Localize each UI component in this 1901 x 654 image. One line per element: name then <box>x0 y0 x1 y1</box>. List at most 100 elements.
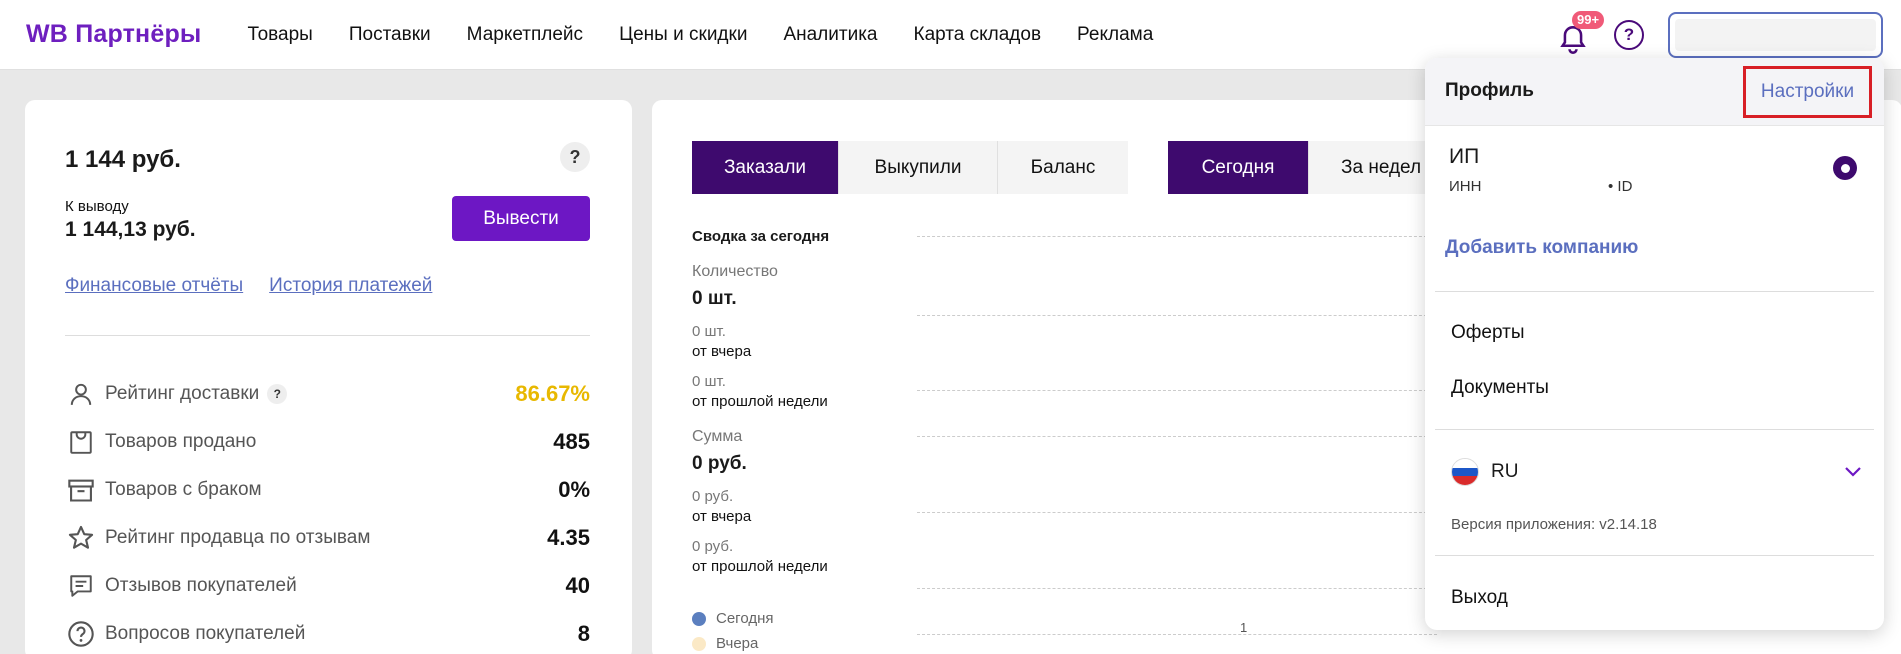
box-icon <box>65 474 97 506</box>
legend-dot <box>692 611 706 626</box>
profile-title: Профиль <box>1445 80 1534 101</box>
profile-dropdown: Профиль Настройки ИП ИНН • ID Добавить к… <box>1425 58 1884 630</box>
nav-item-products[interactable]: Товары <box>247 24 312 46</box>
balance-card: 1 144 руб. ? К выводу 1 144,13 руб. Выве… <box>25 100 632 654</box>
axis-tick: 1 <box>1240 620 1248 635</box>
nav-item-marketplace[interactable]: Маркетплейс <box>467 24 583 46</box>
legend-label: Вчера <box>716 635 759 652</box>
company-id: • ID <box>1608 178 1633 195</box>
notifications-badge: 99+ <box>1572 11 1605 29</box>
qty-week-label: от прошлой недели <box>692 393 828 410</box>
stat-row: Рейтинг доставки? 86.67% <box>65 370 590 418</box>
nav-item-supplies[interactable]: Поставки <box>349 24 431 46</box>
stat-row: Товаров с браком 0% <box>65 466 590 514</box>
stat-value: 0% <box>558 477 590 502</box>
sum-week-value: 0 руб. <box>692 538 734 555</box>
chart-gridline <box>917 512 1437 513</box>
question-icon <box>65 618 97 650</box>
stat-value: 40 <box>565 573 590 598</box>
legend-label: Сегодня <box>716 610 774 627</box>
chart-gridline <box>917 390 1437 391</box>
qty-label: Количество <box>692 263 778 280</box>
tab-today[interactable]: Сегодня <box>1168 141 1309 194</box>
divider <box>1435 291 1874 292</box>
stat-label: Вопросов покупателей <box>105 623 306 644</box>
period-tabs: Сегодня За недел <box>1168 141 1429 194</box>
qty-value: 0 шт. <box>692 288 737 309</box>
logout-link[interactable]: Выход <box>1451 587 1508 609</box>
qty-yesterday-label: от вчера <box>692 343 752 360</box>
divider <box>1435 429 1874 430</box>
legend-yesterday: Вчера <box>692 635 758 652</box>
sum-value: 0 руб. <box>692 453 747 474</box>
withdraw-label: К выводу <box>65 198 129 215</box>
chart-gridline <box>917 634 1437 635</box>
stat-row: Вопросов покупателей 8 <box>65 610 590 654</box>
summary-title: Сводка за сегодня <box>692 228 830 245</box>
tab-balance[interactable]: Баланс <box>998 141 1128 194</box>
stat-row: Товаров продано 485 <box>65 418 590 466</box>
sum-yesterday-label: от вчера <box>692 508 752 525</box>
qty-yesterday-value: 0 шт. <box>692 323 726 340</box>
legend-dot <box>692 636 706 651</box>
person-icon <box>65 378 97 410</box>
settings-link[interactable]: Настройки <box>1743 66 1872 118</box>
nav-item-analytics[interactable]: Аналитика <box>783 24 877 46</box>
rating-help-icon[interactable]: ? <box>267 384 288 404</box>
chart-gridline <box>917 588 1437 589</box>
withdraw-button[interactable]: Вывести <box>452 196 590 241</box>
tab-bought[interactable]: Выкупили <box>839 141 998 194</box>
stat-value: 485 <box>553 429 590 454</box>
tab-ordered[interactable]: Заказали <box>692 141 839 194</box>
stat-label: Рейтинг продавца по отзывам <box>105 527 371 548</box>
chart-gridline <box>917 315 1437 316</box>
bag-icon <box>65 426 97 458</box>
star-icon <box>65 522 97 554</box>
main-nav: Товары Поставки Маркетплейс Цены и скидк… <box>247 24 1153 46</box>
stat-label: Товаров с браком <box>105 479 262 500</box>
account-button[interactable] <box>1668 12 1883 58</box>
bell-icon <box>1560 26 1586 54</box>
language-value: RU <box>1491 461 1519 482</box>
sum-label: Сумма <box>692 428 743 445</box>
stat-value: 4.35 <box>547 525 590 550</box>
profile-header: Профиль Настройки <box>1425 58 1884 126</box>
sum-week-label: от прошлой недели <box>692 558 828 575</box>
message-icon <box>65 570 97 602</box>
metric-tabs: Заказали Выкупили Баланс <box>692 141 1128 194</box>
stat-value: 8 <box>577 621 590 646</box>
withdraw-amount: 1 144,13 руб. <box>65 218 196 241</box>
documents-link[interactable]: Документы <box>1451 377 1549 399</box>
offers-link[interactable]: Оферты <box>1451 322 1525 344</box>
add-company-link[interactable]: Добавить компанию <box>1445 237 1638 259</box>
stat-value: 86.67% <box>515 381 590 406</box>
financial-reports-link[interactable]: Финансовые отчёты <box>65 275 243 297</box>
help-icon[interactable]: ? <box>1614 20 1644 50</box>
chart-gridline <box>917 436 1437 437</box>
header-actions: 99+ ? <box>1556 11 1883 58</box>
nav-item-ads[interactable]: Реклама <box>1077 24 1153 46</box>
chart-gridline <box>917 236 1437 237</box>
app-version: Версия приложения: v2.14.18 <box>1451 516 1657 533</box>
nav-item-prices[interactable]: Цены и скидки <box>619 24 747 46</box>
stat-row: Рейтинг продавца по отзывам 4.35 <box>65 514 590 562</box>
company-name[interactable]: ИП <box>1449 145 1479 169</box>
stat-label: Товаров продано <box>105 431 257 452</box>
sum-yesterday-value: 0 руб. <box>692 488 734 505</box>
language-select[interactable]: RU <box>1451 456 1863 488</box>
notifications-button[interactable]: 99+ <box>1556 11 1605 55</box>
chevron-down-icon <box>1845 467 1861 477</box>
russia-flag-icon <box>1451 458 1479 486</box>
stat-label: Рейтинг доставки? <box>105 383 515 405</box>
logo[interactable]: WB Партнёры <box>26 20 201 49</box>
stats-list: Рейтинг доставки? 86.67% Товаров продано… <box>65 370 590 654</box>
payment-history-link[interactable]: История платежей <box>269 275 432 297</box>
stat-row: Отзывов покупателей 40 <box>65 562 590 610</box>
company-radio[interactable] <box>1833 156 1857 180</box>
legend-today: Сегодня <box>692 610 774 627</box>
nav-item-warehouse-map[interactable]: Карта складов <box>914 24 1042 46</box>
tab-week[interactable]: За недел <box>1309 141 1429 194</box>
finance-links: Финансовые отчёты История платежей <box>65 275 432 297</box>
balance-help-icon[interactable]: ? <box>560 142 590 172</box>
divider <box>1435 555 1874 556</box>
